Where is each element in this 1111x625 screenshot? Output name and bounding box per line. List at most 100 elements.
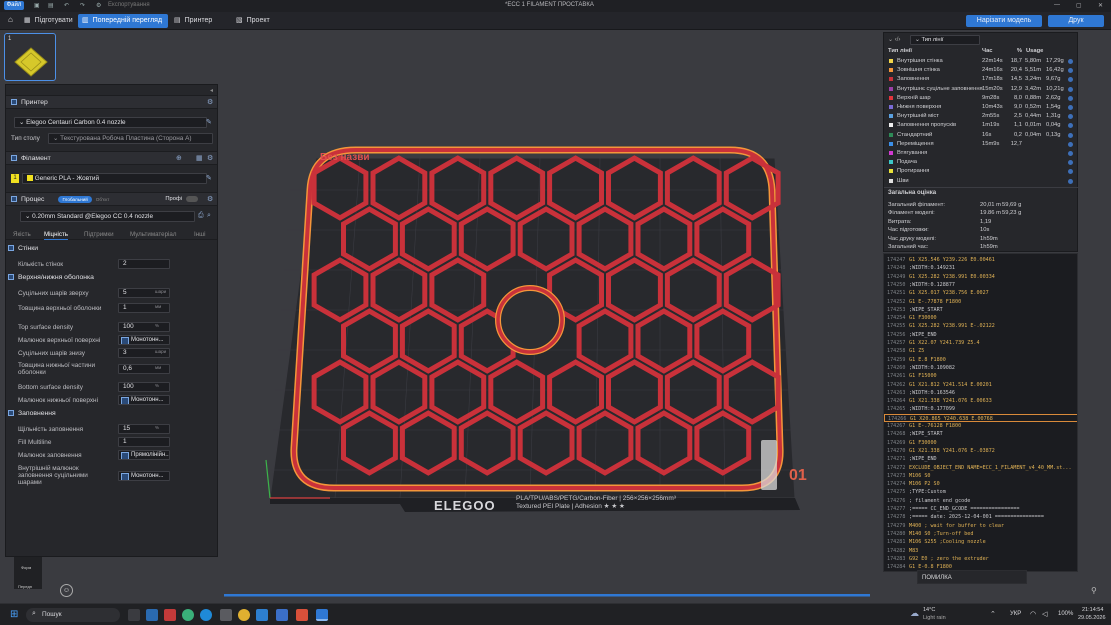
app-icon[interactable]	[164, 609, 176, 621]
profile-search-icon[interactable]: ⌕	[207, 212, 211, 220]
gcode-line[interactable]: 174276; filament end gcode	[884, 497, 1077, 505]
infill-pattern-select[interactable]: Прямолінійн...	[118, 450, 170, 460]
tab-prepare[interactable]: ▦ Підготувати	[20, 14, 79, 28]
gcode-line[interactable]: 174254 G1 F30000	[884, 314, 1077, 322]
vscode-icon[interactable]	[256, 609, 268, 621]
legend-row[interactable]: Шви	[884, 177, 1079, 186]
visibility-eye-icon[interactable]	[1068, 68, 1073, 74]
visibility-eye-icon[interactable]	[1068, 141, 1073, 147]
subtab-quality[interactable]: Якість	[13, 231, 31, 238]
tab-preview[interactable]: ▥ Попередній перегляд	[78, 14, 169, 28]
layer-slider[interactable]	[761, 440, 777, 490]
visibility-eye-icon[interactable]	[1068, 105, 1073, 110]
legend-row[interactable]: Внутрішня стінка 22m14s 18,7 5,80m 17,29g	[884, 57, 1079, 66]
bottom-thickness-input[interactable]: 0,6	[118, 364, 170, 374]
visibility-eye-icon[interactable]	[1068, 123, 1073, 129]
gcode-line[interactable]: 174271 ;WIPE_END	[884, 455, 1077, 463]
gcode-line[interactable]: 174248 ;WIDTH:0.149231	[884, 264, 1077, 272]
filament-select[interactable]: Generic PLA - Жовтий	[22, 173, 207, 184]
legend-row[interactable]: Зовнішня стінка 24m16s 20,4 5,51m 16,42g	[884, 66, 1079, 75]
gcode-move-slider[interactable]	[224, 594, 870, 597]
store-icon[interactable]	[146, 609, 158, 621]
legend-row[interactable]: Протирання	[884, 167, 1079, 176]
printer-settings-icon[interactable]: ⚙	[207, 98, 213, 106]
browser-icon[interactable]	[200, 609, 212, 621]
gcode-line[interactable]: 174273 M106 S0	[884, 472, 1077, 480]
visibility-eye-icon[interactable]	[1068, 59, 1073, 64]
view-mode-toggle[interactable]: Форм Передп	[14, 557, 42, 589]
process-settings-icon[interactable]: ⚙	[207, 195, 213, 203]
visibility-eye-icon[interactable]	[1068, 169, 1073, 175]
bed-type-select[interactable]: ⌄ Текстурована Робоча Пластина (Сторона …	[48, 133, 213, 144]
file-menu-button[interactable]: Файл	[4, 1, 24, 10]
tray-chevron-icon[interactable]: ⌃	[990, 610, 996, 618]
gcode-line[interactable]: 174274 M106 P2 S0	[884, 480, 1077, 488]
legend-row[interactable]: Внутрішній міст 2m55s 2,5 0,44m 1,31g	[884, 112, 1079, 121]
gcode-line[interactable]: 174260 ;WIDTH:0.109082	[884, 364, 1077, 372]
visibility-eye-icon[interactable]	[1068, 77, 1073, 83]
visibility-eye-icon[interactable]	[1068, 160, 1073, 166]
gcode-line[interactable]: 174252 G1 E-.77878 F1800	[884, 298, 1077, 306]
assistant-icon[interactable]: ☺	[60, 584, 73, 597]
solid-infill-pattern-select[interactable]: Монотонн...	[118, 471, 170, 481]
gcode-line[interactable]: 174278 ;===== date: 2025-12-04-001 ======…	[884, 513, 1077, 521]
gcode-line[interactable]: 174255 G1 X25.282 Y238.991 E-.02122	[884, 322, 1077, 330]
toggle-object[interactable]: Об'єкт	[96, 197, 110, 202]
legend-row[interactable]: Стандартний 16s 0,2 0,04m 0,13g	[884, 131, 1079, 140]
edge-icon[interactable]	[182, 609, 194, 621]
gcode-line[interactable]: 174265 ;WIDTH:0.177099	[884, 405, 1077, 413]
visibility-eye-icon[interactable]	[1068, 132, 1073, 138]
infill-density-input[interactable]: 15	[118, 424, 170, 434]
clock-date[interactable]: 29.05.2026	[1078, 615, 1106, 621]
legend-row[interactable]: Внутрішнє суцільне заповнення 15m20s 12,9 3…	[884, 85, 1079, 94]
legend-row[interactable]: Подача	[884, 158, 1079, 167]
tab-printer[interactable]: ▤ Принтер	[170, 14, 218, 28]
subtab-strength[interactable]: Міцність	[44, 231, 69, 240]
toggle-global[interactable]: Глобальний	[58, 195, 92, 203]
gcode-line[interactable]: 174280 M140 S0 ;Turn-off bed	[884, 530, 1077, 538]
printer-edit-icon[interactable]: ✎	[206, 118, 212, 126]
gcode-line[interactable]: 174251 G1 X25.017 Y238.756 E.0027	[884, 289, 1077, 297]
gcode-line[interactable]: 174264 G1 X21.338 Y241.076 E.00633	[884, 397, 1077, 405]
visibility-eye-icon[interactable]	[1068, 178, 1073, 184]
gcode-line[interactable]: 174283 G92 E0 ; zero the extruder	[884, 555, 1077, 563]
gcode-line[interactable]: 174268 ;WIPE_START	[884, 430, 1077, 438]
slice-button[interactable]: Нарізати модель	[966, 15, 1042, 27]
visibility-eye-icon[interactable]	[1068, 114, 1073, 120]
chrome-icon[interactable]	[238, 609, 250, 621]
minimize-icon[interactable]: —	[1054, 2, 1060, 8]
printer-select[interactable]: ⌄ Elegoo Centauri Carbon 0.4 nozzle	[14, 117, 207, 128]
gcode-line[interactable]: 174257 G1 X22.07 Y241.739 Z5.4	[884, 339, 1077, 347]
subtab-multimaterial[interactable]: Мультиматеріал	[130, 231, 176, 238]
gcode-line[interactable]: 174272 EXCLUDE_OBJECT_END NAME=ECC_1_FILA…	[884, 464, 1077, 472]
filter-icon[interactable]: ⚲	[1091, 586, 1097, 595]
process-profile-select[interactable]: ⌄ 0.20mm Standard @Elegoo CC 0.4 nozzle	[20, 211, 195, 222]
home-icon[interactable]: ⌂	[8, 15, 13, 24]
gcode-line[interactable]: 174269 G1 F30000	[884, 439, 1077, 447]
slicer-app-icon[interactable]	[316, 609, 328, 621]
maximize-icon[interactable]: ▢	[1076, 2, 1082, 9]
save-icon[interactable]: ▣	[34, 2, 40, 9]
top-thickness-input[interactable]: 1	[118, 303, 170, 313]
legend-row[interactable]: Заповнення 17m18s 14,5 3,24m 9,67g	[884, 75, 1079, 84]
camera-icon[interactable]	[220, 609, 232, 621]
subtab-others[interactable]: Інші	[194, 231, 205, 238]
gcode-line[interactable]: 174261 G1 F15000	[884, 372, 1077, 380]
bottom-pattern-select[interactable]: Монотонн...	[118, 395, 170, 405]
panel-collapse-icon[interactable]: ◂	[210, 87, 213, 94]
gcode-line[interactable]: 174253 ;WIPE_START	[884, 306, 1077, 314]
gcode-viewer[interactable]: 174247 G1 X25.546 Y239.226 E0.00461 174248…	[883, 253, 1078, 572]
gcode-line[interactable]: 174279 M400 ; wait for buffer to clear	[884, 522, 1077, 530]
task-view-icon[interactable]	[128, 609, 140, 621]
legend-row[interactable]: Верхній шар 9m28s 8,0 0,88m 2,62g	[884, 94, 1079, 103]
profile-save-icon[interactable]: ⎙	[198, 212, 204, 220]
top-pattern-select[interactable]: Монотонн...	[118, 335, 170, 345]
visibility-eye-icon[interactable]	[1068, 86, 1073, 92]
gcode-line[interactable]: 174266 G1 X20.865 Y240.638 E.00768	[884, 413, 1077, 422]
gcode-line[interactable]: 174263 ;WIDTH:0.163546	[884, 389, 1077, 397]
bottom-density-input[interactable]: 100	[118, 382, 170, 392]
filament-add-icon[interactable]: ⊕	[176, 154, 182, 162]
undo-icon[interactable]: ↶	[64, 2, 69, 9]
fill-multiline-input[interactable]: 1	[118, 437, 170, 447]
clock-time[interactable]: 21:14:54	[1082, 607, 1103, 613]
